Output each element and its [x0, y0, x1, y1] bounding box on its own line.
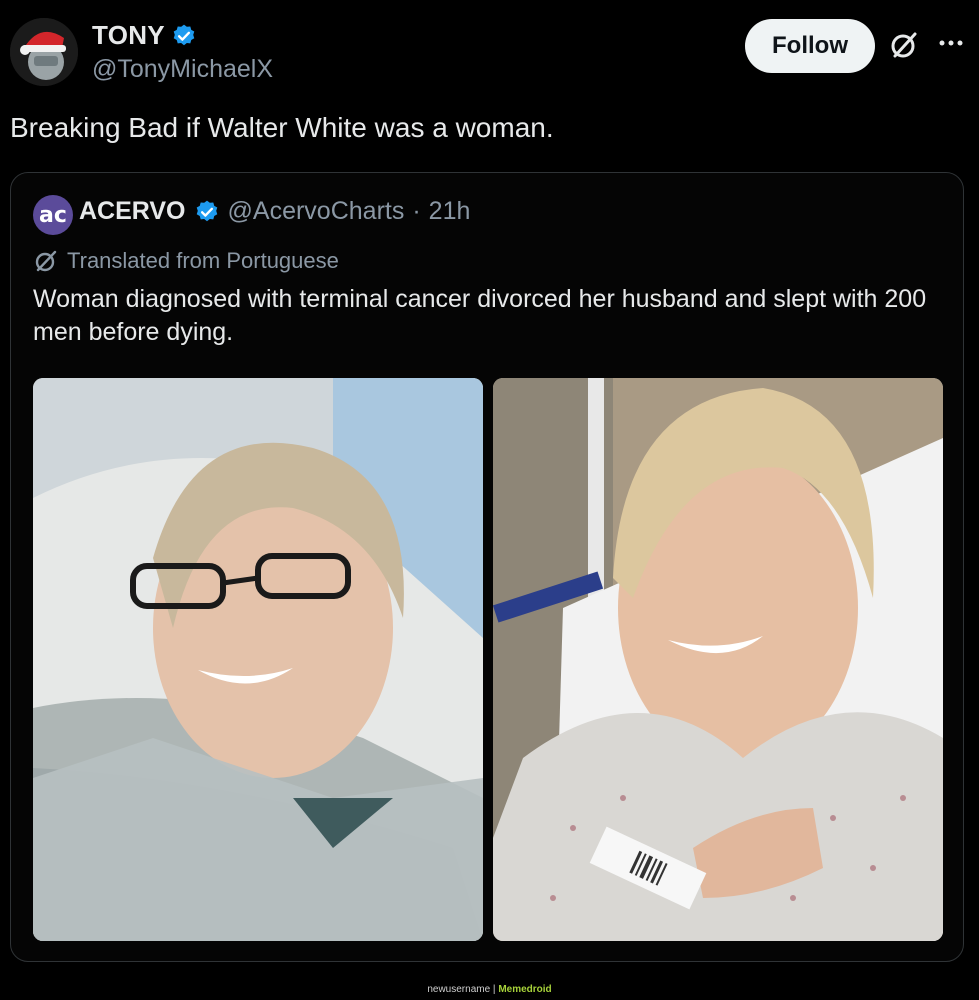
quote-handle[interactable]: @AcervoCharts: [228, 197, 405, 226]
quote-photo-1[interactable]: [33, 378, 483, 941]
photo-icon: [33, 378, 483, 941]
avatar-santa-hat-icon: [10, 18, 78, 86]
watermark: newusername | Memedroid: [0, 984, 979, 995]
photo-icon: [493, 378, 943, 941]
watermark-user: newusername: [427, 984, 491, 995]
grok-icon[interactable]: [887, 28, 921, 62]
author-display-name[interactable]: TONY: [92, 20, 165, 51]
quote-separator: ·: [412, 197, 421, 225]
translated-label-row: Translated from Portuguese: [33, 248, 339, 274]
grok-translate-icon: [35, 250, 57, 272]
watermark-separator: |: [492, 984, 496, 995]
tweet-text: Breaking Bad if Walter White was a woman…: [10, 112, 554, 143]
quote-time[interactable]: 21h: [429, 197, 471, 226]
watermark-brand: Memedroid: [498, 984, 552, 995]
verified-badge-icon: [196, 200, 217, 221]
author-handle[interactable]: @TonyMichaelX: [92, 55, 273, 84]
quoted-tweet-card[interactable]: ac ACERVO @AcervoCharts · 21h Translated…: [10, 172, 964, 962]
author-avatar[interactable]: [10, 18, 78, 86]
translated-label[interactable]: Translated from Portuguese: [67, 248, 339, 274]
verified-badge-icon: [173, 24, 195, 45]
follow-button[interactable]: Follow: [745, 19, 875, 73]
quote-photo-2[interactable]: [493, 378, 943, 941]
quote-avatar[interactable]: ac: [33, 195, 73, 235]
more-icon[interactable]: [934, 26, 968, 60]
author-name-row: TONY: [92, 20, 197, 51]
quote-header: ACERVO @AcervoCharts · 21h: [79, 197, 470, 226]
quote-display-name[interactable]: ACERVO: [79, 197, 186, 226]
quote-text: Woman diagnosed with terminal cancer div…: [33, 285, 927, 346]
